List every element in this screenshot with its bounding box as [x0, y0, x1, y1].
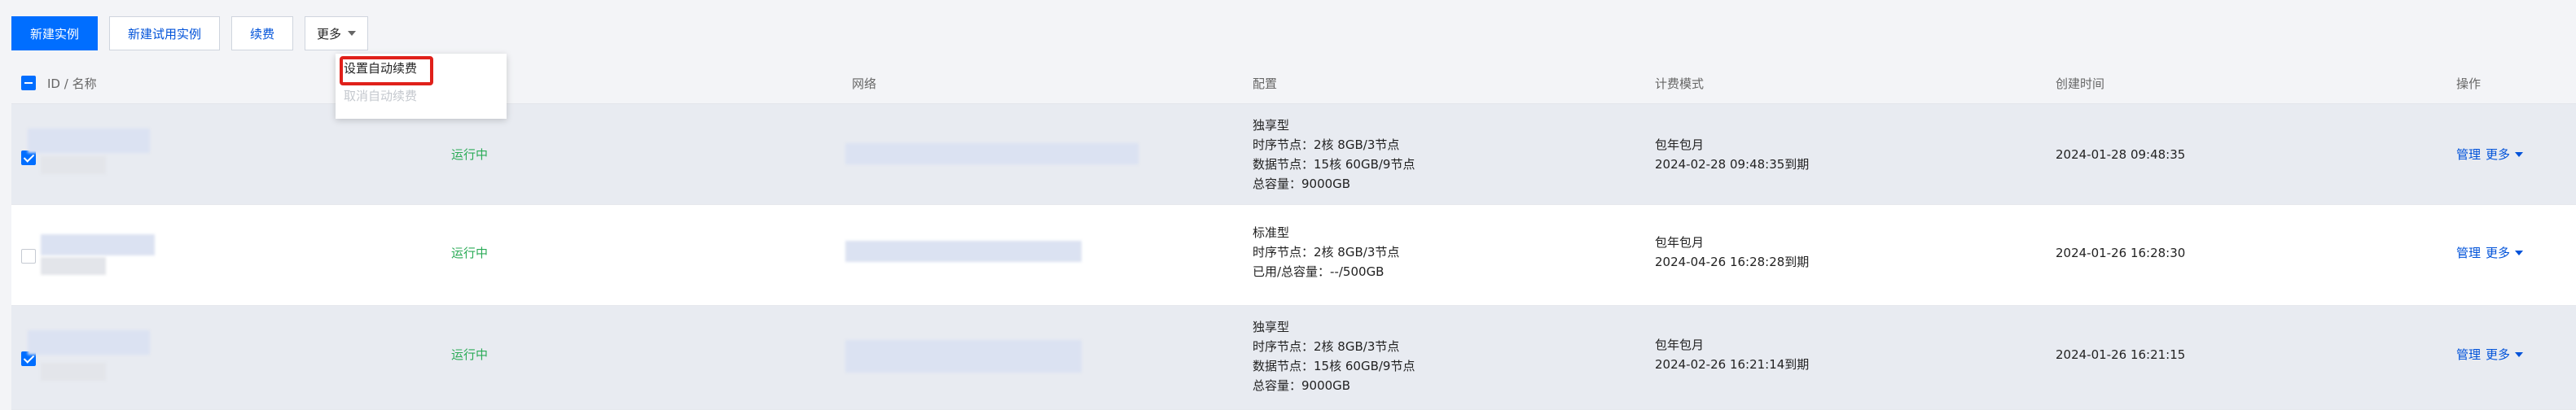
select-all-checkbox[interactable] — [21, 76, 36, 90]
more-link[interactable]: 更多 — [2486, 145, 2510, 164]
billing-mode: 包年包月 — [1655, 338, 1705, 352]
config-cell: 独享型 时序节点：2核 8GB/3节点 数据节点：15核 60GB/9节点 总容… — [1253, 317, 1415, 395]
new-trial-instance-button[interactable]: 新建试用实例 — [109, 16, 221, 50]
config-cell: 独享型 时序节点：2核 8GB/3节点 数据节点：15核 60GB/9节点 总容… — [1253, 116, 1415, 194]
billing-cell: 包年包月 2024-02-28 09:48:35到期 — [1655, 135, 1809, 174]
config-cell: 标准型 时序节点：2核 8GB/3节点 已用/总容量：--/500GB — [1253, 223, 1399, 281]
table-row[interactable]: 运行中 独享型 时序节点：2核 8GB/3节点 数据节点：15核 60GB/9节… — [11, 104, 2576, 205]
config-line: 已用/总容量：--/500GB — [1253, 264, 1385, 279]
row-actions: 管理 更多 — [2456, 145, 2524, 164]
column-header-config: 配置 — [1253, 76, 1278, 91]
billing-cell: 包年包月 2024-04-26 16:28:28到期 — [1655, 233, 1809, 272]
created-time: 2024-01-26 16:28:30 — [2056, 246, 2186, 260]
column-header-actions: 操作 — [2456, 76, 2482, 91]
instance-name-redacted — [41, 363, 106, 381]
cancel-auto-renew-menu-item: 取消自动续费 — [344, 88, 418, 103]
manage-link[interactable]: 管理 — [2456, 145, 2481, 164]
billing-mode: 包年包月 — [1655, 137, 1705, 152]
chevron-down-icon[interactable] — [2515, 251, 2524, 255]
set-auto-renew-menu-item[interactable]: 设置自动续费 — [336, 54, 507, 81]
created-time: 2024-01-26 16:21:15 — [2056, 347, 2186, 362]
chevron-down-icon[interactable] — [2515, 352, 2524, 357]
status-badge: 运行中 — [451, 347, 489, 362]
config-line: 标准型 — [1253, 225, 1290, 240]
config-line: 数据节点：15核 60GB/9节点 — [1253, 359, 1415, 373]
config-line: 时序节点：2核 8GB/3节点 — [1253, 245, 1400, 260]
network-redacted — [845, 340, 1082, 373]
status-badge: 运行中 — [451, 246, 489, 260]
config-line: 时序节点：2核 8GB/3节点 — [1253, 137, 1400, 152]
more-dropdown-button[interactable]: 更多 — [305, 16, 369, 50]
manage-link[interactable]: 管理 — [2456, 243, 2481, 263]
config-line: 总容量：9000GB — [1253, 177, 1351, 191]
created-time: 2024-01-28 09:48:35 — [2056, 147, 2186, 162]
chevron-down-icon[interactable] — [2515, 152, 2524, 157]
expiry-time: 2024-02-26 16:21:14到期 — [1655, 357, 1810, 372]
row-checkbox[interactable] — [21, 249, 36, 264]
more-link[interactable]: 更多 — [2486, 243, 2510, 263]
column-header-created: 创建时间 — [2056, 76, 2105, 91]
row-actions: 管理 更多 — [2456, 345, 2524, 364]
table-row[interactable]: 运行中 独享型 时序节点：2核 8GB/3节点 数据节点：15核 60GB/9节… — [11, 306, 2576, 410]
more-dropdown-menu: 设置自动续费 取消自动续费 — [336, 54, 507, 119]
more-link[interactable]: 更多 — [2486, 345, 2510, 364]
billing-cell: 包年包月 2024-02-26 16:21:14到期 — [1655, 335, 1809, 374]
config-line: 时序节点：2核 8GB/3节点 — [1253, 339, 1400, 354]
renew-button[interactable]: 续费 — [231, 16, 294, 50]
manage-link[interactable]: 管理 — [2456, 345, 2481, 364]
table-row[interactable]: 运行中 标准型 时序节点：2核 8GB/3节点 已用/总容量：--/500GB … — [11, 205, 2576, 306]
network-redacted — [845, 241, 1082, 262]
billing-mode: 包年包月 — [1655, 235, 1705, 250]
more-label: 更多 — [317, 26, 342, 41]
column-header-id-name: ID / 名称 — [47, 76, 97, 91]
instance-name-redacted — [41, 156, 106, 174]
column-header-network: 网络 — [852, 76, 877, 91]
config-line: 独享型 — [1253, 320, 1290, 334]
config-line: 总容量：9000GB — [1253, 378, 1351, 393]
instance-name-redacted — [41, 257, 106, 275]
expiry-time: 2024-02-28 09:48:35到期 — [1655, 157, 1810, 172]
config-line: 独享型 — [1253, 118, 1290, 133]
instance-id-redacted — [41, 234, 155, 255]
config-line: 数据节点：15核 60GB/9节点 — [1253, 157, 1415, 172]
toolbar: 新建实例 新建试用实例 续费 更多 — [11, 16, 369, 50]
new-instance-button[interactable]: 新建实例 — [11, 16, 99, 50]
row-actions: 管理 更多 — [2456, 243, 2524, 263]
column-header-billing: 计费模式 — [1655, 76, 1705, 91]
status-badge: 运行中 — [451, 147, 489, 162]
expiry-time: 2024-04-26 16:28:28到期 — [1655, 255, 1810, 269]
chevron-down-icon — [348, 31, 357, 36]
instance-id-redacted — [28, 129, 150, 153]
network-redacted — [845, 143, 1139, 164]
instance-id-redacted — [28, 330, 150, 355]
